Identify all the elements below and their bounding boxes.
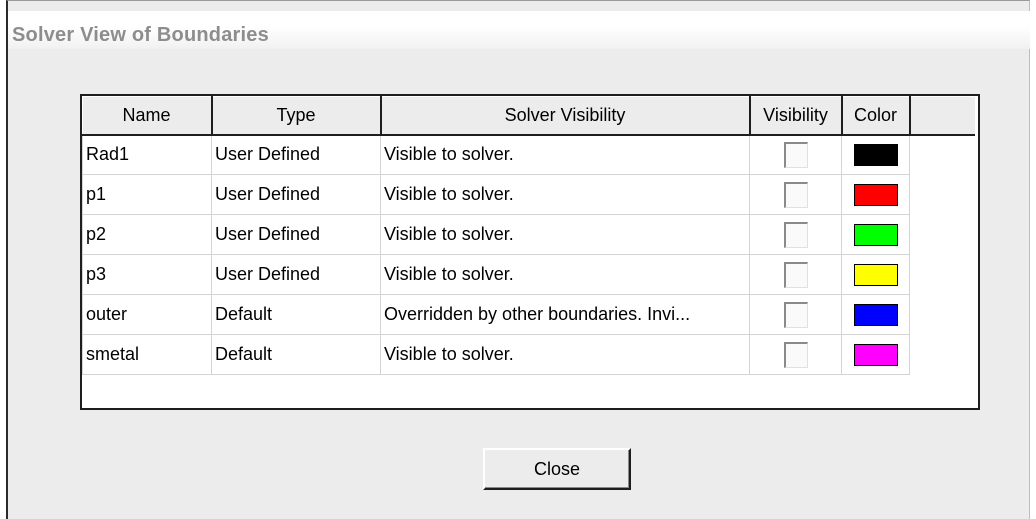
- cell-visibility: [749, 334, 842, 375]
- title-bar[interactable]: Solver View of Boundaries: [8, 11, 1030, 49]
- cell-name[interactable]: Rad1: [82, 134, 212, 175]
- cell-solver-visibility[interactable]: Visible to solver.: [380, 134, 750, 175]
- visibility-checkbox[interactable]: [783, 341, 808, 368]
- cell-type[interactable]: Default: [211, 334, 381, 375]
- cell-solver-visibility[interactable]: Visible to solver.: [380, 334, 750, 375]
- cell-name[interactable]: p1: [82, 174, 212, 215]
- table-row[interactable]: Rad1 User Defined Visible to solver.: [82, 134, 975, 175]
- cell-color: [841, 134, 910, 175]
- cell-name[interactable]: smetal: [82, 334, 212, 375]
- color-swatch[interactable]: [853, 263, 898, 286]
- cell-solver-visibility[interactable]: Visible to solver.: [380, 214, 750, 255]
- cell-color: [841, 254, 910, 295]
- cell-visibility: [749, 174, 842, 215]
- visibility-checkbox[interactable]: [783, 301, 808, 328]
- color-swatch[interactable]: [853, 343, 898, 366]
- column-header-type[interactable]: Type: [211, 96, 382, 136]
- cell-name[interactable]: outer: [82, 294, 212, 335]
- dialog-window: Solver View of Boundaries Name Type Solv…: [6, 0, 1030, 519]
- color-swatch[interactable]: [853, 143, 898, 166]
- color-swatch[interactable]: [853, 303, 898, 326]
- column-header-name[interactable]: Name: [82, 96, 213, 136]
- cell-color: [841, 294, 910, 335]
- cell-visibility: [749, 214, 842, 255]
- cell-color: [841, 174, 910, 215]
- cell-type[interactable]: User Defined: [211, 214, 381, 255]
- visibility-checkbox[interactable]: [783, 261, 808, 288]
- cell-name[interactable]: p2: [82, 214, 212, 255]
- table-row[interactable]: p3 User Defined Visible to solver.: [82, 254, 975, 295]
- table-row[interactable]: p2 User Defined Visible to solver.: [82, 214, 975, 255]
- visibility-checkbox[interactable]: [783, 141, 808, 168]
- cell-solver-visibility[interactable]: Visible to solver.: [380, 254, 750, 295]
- cell-solver-visibility[interactable]: Visible to solver.: [380, 174, 750, 215]
- cell-name[interactable]: p3: [82, 254, 212, 295]
- header-row: Name Type Solver Visibility Visibility C…: [82, 96, 975, 136]
- cell-color: [841, 214, 910, 255]
- window-title: Solver View of Boundaries: [12, 24, 269, 46]
- cell-type[interactable]: Default: [211, 294, 381, 335]
- visibility-checkbox[interactable]: [783, 181, 808, 208]
- cell-visibility: [749, 134, 842, 175]
- column-header-color[interactable]: Color: [841, 96, 911, 136]
- column-header-solver-visibility[interactable]: Solver Visibility: [380, 96, 751, 136]
- cell-type[interactable]: User Defined: [211, 254, 381, 295]
- color-swatch[interactable]: [853, 223, 898, 246]
- color-swatch[interactable]: [853, 183, 898, 206]
- cell-type[interactable]: User Defined: [211, 134, 381, 175]
- close-button[interactable]: Close: [483, 448, 631, 490]
- column-header-visibility[interactable]: Visibility: [749, 96, 843, 136]
- boundaries-table: Name Type Solver Visibility Visibility C…: [82, 96, 975, 375]
- cell-solver-visibility[interactable]: Overridden by other boundaries. Invi...: [380, 294, 750, 335]
- table-row[interactable]: outer Default Overridden by other boundari…: [82, 294, 975, 335]
- cell-type[interactable]: User Defined: [211, 174, 381, 215]
- cell-color: [841, 334, 910, 375]
- table-row[interactable]: smetal Default Visible to solver.: [82, 334, 975, 375]
- cell-visibility: [749, 294, 842, 335]
- column-header-filler: [909, 96, 975, 136]
- cell-visibility: [749, 254, 842, 295]
- visibility-checkbox[interactable]: [783, 221, 808, 248]
- table-row[interactable]: p1 User Defined Visible to solver.: [82, 174, 975, 215]
- boundaries-grid[interactable]: Name Type Solver Visibility Visibility C…: [80, 94, 980, 410]
